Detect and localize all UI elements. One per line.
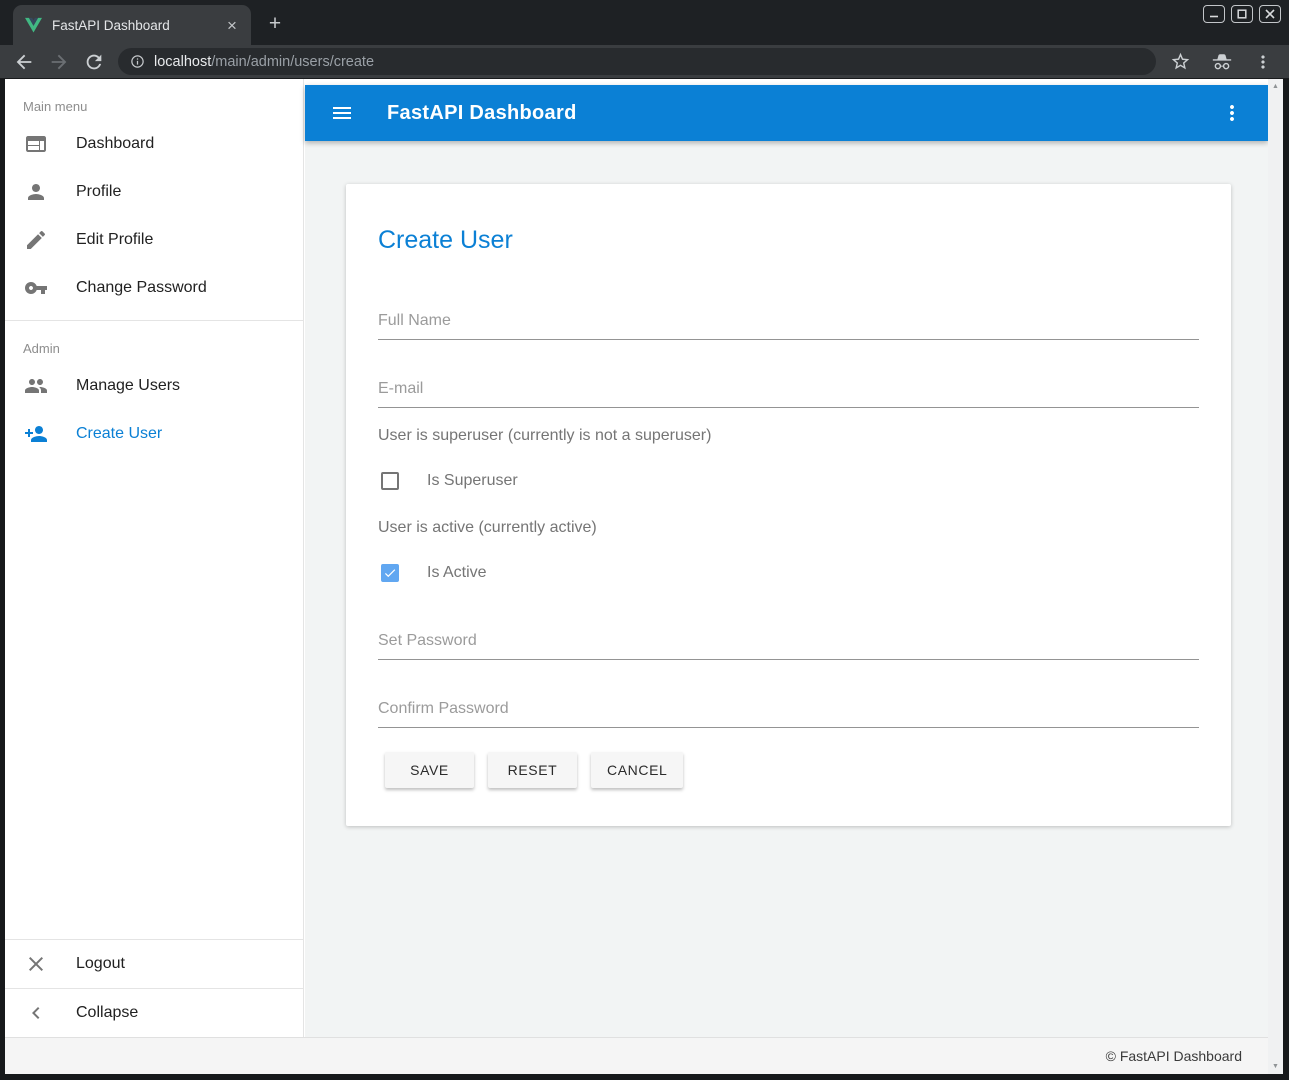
form-buttons: SAVE RESET CANCEL: [385, 752, 683, 788]
checkmark-icon: [383, 566, 397, 580]
chevron-left-icon: [24, 1001, 48, 1025]
url-host: localhost: [154, 54, 211, 70]
close-window-button[interactable]: [1259, 5, 1281, 23]
sidebar-item-edit-profile[interactable]: Edit Profile: [5, 216, 303, 264]
url-path: /main/admin/users/create: [211, 54, 374, 70]
sidebar-item-label: Collapse: [76, 1004, 138, 1022]
sidebar-item-collapse[interactable]: Collapse: [5, 989, 303, 1037]
tab-title: FastAPI Dashboard: [52, 18, 223, 33]
maximize-button[interactable]: [1231, 5, 1253, 23]
browser-toolbar: localhost/main/admin/users/create: [0, 45, 1289, 79]
key-icon: [24, 276, 48, 300]
page-title: Create User: [378, 226, 513, 255]
window-controls: [1203, 5, 1281, 23]
main-menu-section-label: Main menu: [5, 79, 303, 120]
copyright-text: © FastAPI Dashboard: [1106, 1048, 1242, 1064]
site-info-icon[interactable]: [130, 54, 145, 69]
spacer: [5, 312, 303, 320]
web-page: Main menu Dashboard Profile Edit Profile: [5, 79, 1283, 1074]
is-active-checkbox-row[interactable]: Is Active: [381, 564, 487, 582]
full-name-field-wrap: [378, 307, 1199, 340]
scrollbar-down-icon[interactable]: ▼: [1268, 1059, 1283, 1074]
incognito-icon: [1211, 51, 1233, 73]
sidebar-item-logout[interactable]: Logout: [5, 940, 303, 988]
email-field-wrap: [378, 375, 1199, 408]
create-user-card: Create User User is superuser (currently…: [346, 184, 1231, 826]
bookmark-star-icon[interactable]: [1170, 51, 1191, 72]
save-button[interactable]: SAVE: [385, 752, 474, 788]
new-tab-button[interactable]: +: [262, 12, 288, 38]
url-text: localhost/main/admin/users/create: [154, 54, 374, 70]
sidebar-item-label: Change Password: [76, 279, 207, 297]
is-superuser-checkbox[interactable]: [381, 472, 399, 490]
is-active-label: Is Active: [427, 564, 487, 582]
browser-tab[interactable]: FastAPI Dashboard ×: [13, 5, 251, 45]
sidebar: Main menu Dashboard Profile Edit Profile: [5, 79, 304, 1037]
tab-close-icon[interactable]: ×: [223, 17, 241, 34]
browser-window: FastAPI Dashboard × + localhost/m: [0, 0, 1289, 1080]
page-scrollbar[interactable]: ▲ ▼: [1268, 79, 1283, 1074]
person-add-icon: [24, 422, 48, 446]
sidebar-item-label: Create User: [76, 425, 162, 443]
tab-strip: FastAPI Dashboard × +: [0, 0, 1289, 45]
is-superuser-checkbox-row[interactable]: Is Superuser: [381, 472, 518, 490]
reset-button[interactable]: RESET: [488, 752, 577, 788]
address-bar[interactable]: localhost/main/admin/users/create: [118, 48, 1156, 75]
main-area: FastAPI Dashboard Create User User is su…: [305, 79, 1268, 1037]
vue-favicon-icon: [25, 17, 42, 33]
back-icon[interactable]: [13, 51, 35, 73]
sidebar-item-label: Profile: [76, 183, 121, 201]
sidebar-item-change-password[interactable]: Change Password: [5, 264, 303, 312]
is-active-checkbox[interactable]: [381, 564, 399, 582]
dashboard-icon: [24, 132, 48, 156]
more-vert-icon[interactable]: [1220, 101, 1244, 125]
reload-icon[interactable]: [83, 51, 105, 73]
confirm-password-input[interactable]: [378, 695, 1199, 728]
close-icon: [24, 952, 48, 976]
sidebar-item-profile[interactable]: Profile: [5, 168, 303, 216]
active-hint: User is active (currently active): [378, 519, 597, 537]
sidebar-item-label: Edit Profile: [76, 231, 153, 249]
sidebar-item-label: Manage Users: [76, 377, 180, 395]
pencil-icon: [24, 228, 48, 252]
appbar-title: FastAPI Dashboard: [387, 102, 577, 125]
hamburger-menu-icon[interactable]: [330, 101, 354, 125]
superuser-hint: User is superuser (currently is not a su…: [378, 427, 711, 445]
sidebar-bottom: Logout Collapse: [5, 939, 303, 1037]
is-superuser-label: Is Superuser: [427, 472, 518, 490]
sidebar-item-label: Logout: [76, 955, 125, 973]
cancel-button[interactable]: CANCEL: [591, 752, 683, 788]
toolbar-right: [1170, 51, 1273, 73]
set-password-input[interactable]: [378, 627, 1199, 660]
app-bar: FastAPI Dashboard: [305, 85, 1268, 141]
people-icon: [24, 374, 48, 398]
browser-menu-icon[interactable]: [1253, 52, 1273, 72]
sidebar-item-dashboard[interactable]: Dashboard: [5, 120, 303, 168]
full-name-input[interactable]: [378, 307, 1199, 340]
set-password-field-wrap: [378, 627, 1199, 660]
person-icon: [24, 180, 48, 204]
sidebar-item-label: Dashboard: [76, 135, 154, 153]
forward-icon[interactable]: [48, 51, 70, 73]
confirm-password-field-wrap: [378, 695, 1199, 728]
sidebar-item-manage-users[interactable]: Manage Users: [5, 362, 303, 410]
admin-section-label: Admin: [5, 321, 303, 362]
sidebar-item-create-user[interactable]: Create User: [5, 410, 303, 458]
scrollbar-up-icon[interactable]: ▲: [1268, 79, 1283, 94]
page-footer: © FastAPI Dashboard: [5, 1037, 1268, 1074]
email-input[interactable]: [378, 375, 1199, 408]
minimize-button[interactable]: [1203, 5, 1225, 23]
